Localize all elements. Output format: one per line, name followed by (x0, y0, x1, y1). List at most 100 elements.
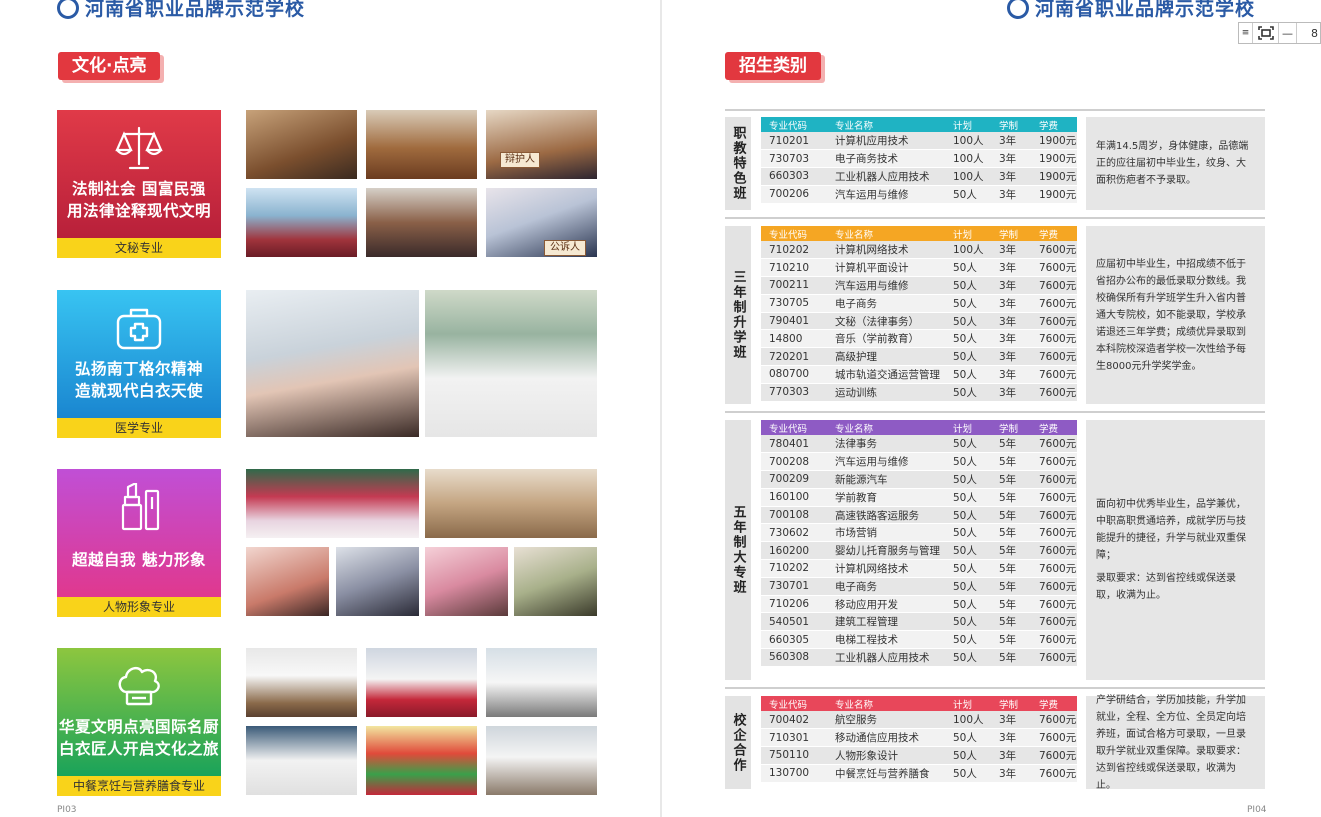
table-cell: 7600元 (1031, 595, 1077, 614)
photo-makeup-3 (425, 547, 508, 616)
table-cell: 电子商务 (827, 577, 945, 596)
photo-salon-room (425, 469, 597, 538)
category-law-slogan: 法制社会 国富民强 用法律诠释现代文明 (67, 178, 211, 222)
table-cell: 7600元 (1031, 612, 1077, 632)
table-cell: 7600元 (1031, 365, 1077, 384)
table-row: 080700 城市轨道交通运营管理 50人 3年 7600元 (761, 365, 1077, 384)
table-row: 540501 建筑工程管理 50人 5年 7600元 (761, 612, 1077, 632)
column-header: 专业代码 (761, 420, 827, 435)
table-cell: 5年 (991, 648, 1031, 667)
table-cell: 3年 (991, 312, 1031, 331)
table-cell: 7600元 (1031, 435, 1077, 454)
table-cell: 730705 (761, 294, 827, 313)
table-cell: 5年 (991, 612, 1031, 632)
table-cell: 50人 (945, 488, 991, 507)
table-cell: 710202 (761, 241, 827, 260)
table-cell: 移动应用开发 (827, 595, 945, 614)
table-cell: 3年 (991, 241, 1031, 260)
table-cell: 50人 (945, 276, 991, 295)
table-cell: 160200 (761, 541, 827, 561)
table-cell: 50人 (945, 294, 991, 313)
category-law-label: 文秘专业 (57, 238, 221, 258)
table-cell: 660303 (761, 167, 827, 186)
table-cell: 750110 (761, 746, 827, 765)
table-row: 730705 电子商务 50人 3年 7600元 (761, 294, 1077, 313)
table-cell: 5年 (991, 595, 1031, 614)
table-cell: 移动通信应用技术 (827, 728, 945, 748)
category-law-slogan-line1: 法制社会 国富民强 (72, 180, 206, 198)
photo-gown-show (246, 469, 419, 538)
school-header-right: 河南省职业品牌示范学校 (1007, 0, 1255, 21)
table-row: 730701 电子商务 50人 5年 7600元 (761, 577, 1077, 596)
block-separator (725, 687, 1265, 689)
enroll-block-vocational: 职教特色班 专业代码 专业名称 计划 学制 学费 710201 计算机应用技术 100人 3年 1… (725, 117, 1265, 210)
table-row: 700108 高速铁路客运服务 50人 5年 7600元 (761, 506, 1077, 525)
photo-courtroom-bench (366, 110, 477, 179)
table-cell: 730703 (761, 149, 827, 169)
table-cell: 汽车运用与维修 (827, 452, 945, 472)
table-row: 710301 移动通信应用技术 50人 3年 7600元 (761, 728, 1077, 748)
table-cell: 7600元 (1031, 506, 1077, 525)
table-row: 710206 移动应用开发 50人 5年 7600元 (761, 595, 1077, 614)
table-cell: 710210 (761, 258, 827, 278)
table-cell: 1900元 (1031, 167, 1077, 186)
table-cell: 50人 (945, 506, 991, 525)
table-cell: 市场营销 (827, 523, 945, 543)
table-cell: 7600元 (1031, 764, 1077, 783)
category-law: 法制社会 国富民强 用法律诠释现代文明 文秘专业 (57, 110, 221, 258)
table-cell: 790401 (761, 312, 827, 331)
block-title-three-year: 三年制升学班 (725, 226, 751, 404)
column-header: 专业代码 (761, 117, 827, 132)
description-paragraph: 面向初中优秀毕业生，品学兼优，中职高职贯通培养，成就学历与技能提升的捷径，升学与… (1096, 499, 1246, 561)
table-cell: 700208 (761, 452, 827, 472)
photo-food-display (366, 726, 477, 795)
table-cell: 高速铁路客运服务 (827, 506, 945, 525)
table-cell: 城市轨道交通运营管理 (827, 365, 945, 384)
table-cell: 730701 (761, 577, 827, 596)
block-desc-five-year: 面向初中优秀毕业生，品学兼优，中职高职贯通培养，成就学历与技能提升的捷径，升学与… (1086, 420, 1265, 680)
table-row: 750110 人物形象设计 50人 3年 7600元 (761, 746, 1077, 765)
fit-page-icon[interactable] (1253, 23, 1279, 43)
chef-hat-icon (118, 666, 160, 706)
table-cell: 710202 (761, 559, 827, 578)
table-cell: 700211 (761, 276, 827, 295)
table-cell: 1900元 (1031, 185, 1077, 204)
table-cell: 100人 (945, 711, 991, 730)
table-cell: 100人 (945, 241, 991, 260)
column-header: 学费 (1031, 420, 1077, 435)
table-cell: 50人 (945, 630, 991, 650)
table-cell: 560308 (761, 648, 827, 667)
section-title-right: 招生类别 (725, 52, 821, 80)
medical-kit-icon (116, 308, 162, 350)
block-separator (725, 411, 1265, 413)
table-row: 710202 计算机网络技术 100人 3年 7600元 (761, 241, 1077, 260)
zoom-value-input[interactable]: 8 (1297, 27, 1320, 40)
table-cell: 计算机应用技术 (827, 132, 945, 151)
table-row: 730703 电子商务技术 100人 3年 1900元 (761, 149, 1077, 169)
category-cuisine-slogan-line1: 华夏文明点亮国际名厨 (58, 718, 219, 736)
zoom-out-button[interactable]: — (1279, 23, 1297, 43)
photo-makeup-2 (336, 547, 419, 616)
table-cell: 婴幼儿托育服务与管理 (827, 541, 945, 561)
category-image-slogan-line1: 超越自我 魅力形象 (72, 551, 206, 569)
table-cell: 160100 (761, 488, 827, 507)
column-header: 专业代码 (761, 226, 827, 241)
table-cell: 660305 (761, 630, 827, 650)
table-cell: 3年 (991, 728, 1031, 748)
table-cell: 710301 (761, 728, 827, 748)
scales-icon (115, 126, 163, 170)
column-header: 专业名称 (827, 420, 945, 435)
block-separator (725, 109, 1265, 111)
enroll-block-enterprise: 校企合作 专业代码 专业名称 计划 学制 学费 700402 航空服务 100人 3年 7600元… (725, 695, 1265, 791)
description-paragraph: 应届初中毕业生，中招成绩不低于省招办公布的最低录取分数线。我校确保所有升学班学生… (1096, 258, 1246, 372)
photo-makeup-4 (514, 547, 597, 616)
program-table-five-year: 专业代码 专业名称 计划 学制 学费 780401 法律事务 50人 5年 7600元 700208… (761, 420, 1077, 667)
photo-chefs-2 (366, 648, 477, 717)
table-cell: 5年 (991, 452, 1031, 472)
table-row: 660303 工业机器人应用技术 100人 3年 1900元 (761, 167, 1077, 186)
table-cell: 7600元 (1031, 523, 1077, 543)
table-cell: 3年 (991, 764, 1031, 783)
description-paragraph: 产学研结合，学历加技能，升学加就业，全程、全方位、全员定向培养班，面试合格方可录… (1096, 694, 1246, 791)
menu-icon[interactable]: ≡ (1239, 23, 1253, 43)
table-cell: 50人 (945, 728, 991, 748)
